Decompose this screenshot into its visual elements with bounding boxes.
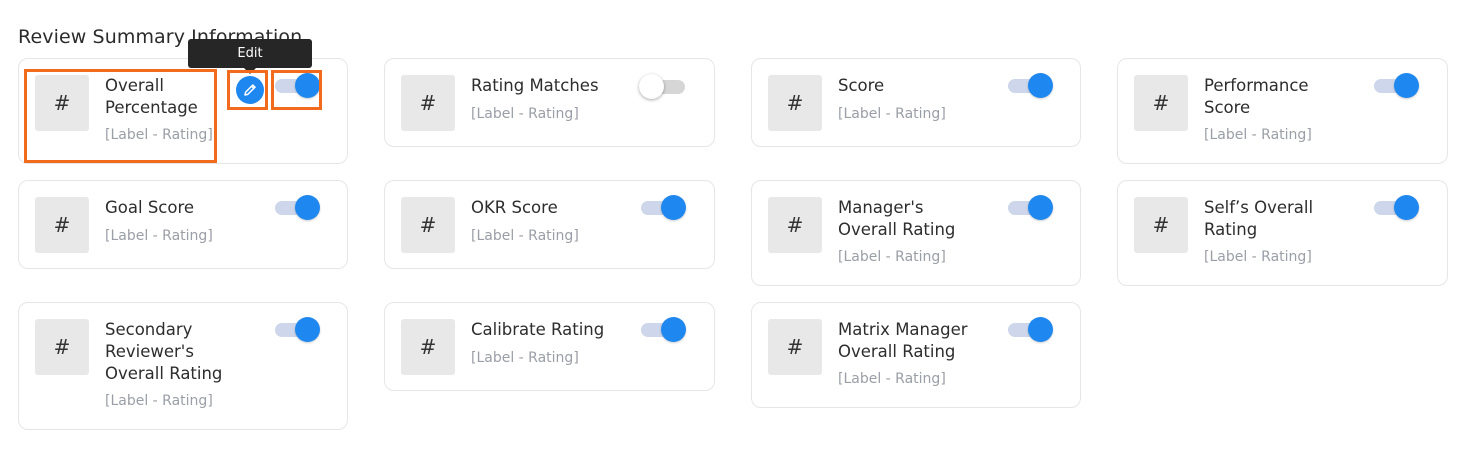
card-subtitle: [Label - Rating] [838,371,946,387]
card-subtitle: [Label - Rating] [471,350,579,366]
enable-toggle[interactable] [641,317,687,343]
enable-toggle[interactable] [639,74,687,100]
card-subtitle: [Label - Rating] [838,106,946,122]
card-title: Matrix Manager Overall Rating [838,320,968,361]
enable-toggle[interactable] [1008,317,1054,343]
enable-toggle[interactable] [1008,73,1054,99]
card-score: # Score [Label - Rating] [751,58,1081,147]
enable-toggle[interactable] [1374,73,1420,99]
card-subtitle: [Label - Rating] [1204,127,1312,143]
enable-toggle[interactable] [1374,195,1420,221]
enable-toggle[interactable] [275,195,321,221]
hash-icon: # [35,75,89,131]
hash-icon: # [35,197,89,253]
hash-icon: # [401,75,455,131]
card-rating-matches: # Rating Matches [Label - Rating] [384,58,715,147]
card-title: Rating Matches [471,76,599,95]
hash-icon: # [1134,75,1188,131]
enable-toggle[interactable] [641,195,687,221]
card-performance-score: # Performance Score [Label - Rating] [1117,58,1448,164]
pencil-icon [244,84,256,96]
card-matrix-manager-overall-rating: # Matrix Manager Overall Rating [Label - … [751,302,1081,408]
review-summary-grid: # Overall Percentage [Label - Rating] # R… [0,0,1464,460]
card-title: OKR Score [471,198,558,217]
card-subtitle: [Label - Rating] [471,228,579,244]
card-title: Score [838,76,885,95]
card-calibrate-rating: # Calibrate Rating [Label - Rating] [384,302,715,391]
hash-icon: # [768,319,822,375]
card-goal-score: # Goal Score [Label - Rating] [18,180,348,269]
hash-icon: # [768,75,822,131]
edit-tooltip: Edit [188,39,312,74]
card-managers-overall-rating: # Manager's Overall Rating [Label - Ratin… [751,180,1081,286]
card-subtitle: [Label - Rating] [1204,249,1312,265]
card-subtitle: [Label - Rating] [105,228,213,244]
hash-icon: # [1134,197,1188,253]
hash-icon: # [401,197,455,253]
enable-toggle[interactable] [275,73,321,99]
card-title: Secondary Reviewer's Overall Rating [105,320,223,383]
hash-icon: # [401,319,455,375]
card-selfs-overall-rating: # Self’s Overall Rating [Label - Rating] [1117,180,1448,286]
card-title: Self’s Overall Rating [1204,198,1314,239]
card-title: Calibrate Rating [471,320,605,339]
card-title: Goal Score [105,198,195,217]
enable-toggle[interactable] [1008,195,1054,221]
card-subtitle: [Label - Rating] [105,127,213,143]
hash-icon: # [35,319,89,375]
hash-icon: # [768,197,822,253]
card-secondary-reviewers-overall-rating: # Secondary Reviewer's Overall Rating [Lab… [18,302,348,430]
card-subtitle: [Label - Rating] [838,249,946,265]
card-title: Manager's Overall Rating [838,198,956,239]
card-okr-score: # OKR Score [Label - Rating] [384,180,715,269]
card-overall-percentage: # Overall Percentage [Label - Rating] [18,58,348,164]
card-title: Overall Percentage [105,76,198,117]
edit-button[interactable] [236,76,264,104]
enable-toggle[interactable] [275,317,321,343]
card-subtitle: [Label - Rating] [105,393,213,409]
card-subtitle: [Label - Rating] [471,106,579,122]
card-title: Performance Score [1204,76,1309,117]
